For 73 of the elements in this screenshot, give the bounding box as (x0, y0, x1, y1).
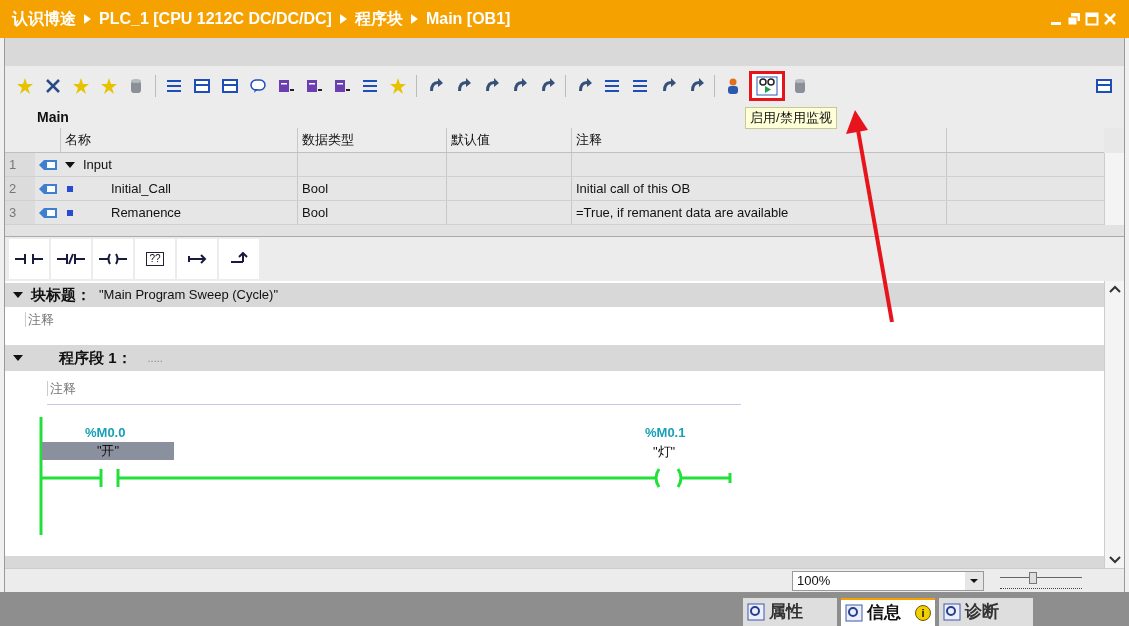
speech-bubble-icon (249, 77, 267, 95)
comment-field[interactable]: 注释 (25, 312, 54, 327)
panel-tab[interactable]: 属性 (743, 598, 837, 626)
bullet-icon (67, 185, 73, 192)
tooltip: 启用/禁用监视 (745, 107, 837, 129)
star-icon (72, 77, 90, 95)
data-type: Bool (302, 203, 329, 222)
list-icon (165, 77, 183, 95)
scroll-up-icon[interactable] (1108, 285, 1121, 293)
list-icon (631, 77, 649, 95)
contact-tag[interactable]: "开" (42, 442, 174, 460)
tag-icon (305, 77, 323, 95)
monitor-toggle-button[interactable] (749, 71, 785, 101)
list-icon (603, 77, 621, 95)
instruction-button[interactable] (219, 239, 259, 279)
scrollbar[interactable] (1104, 281, 1124, 568)
input-tag-icon (39, 206, 57, 219)
panel-tab[interactable]: 信息 i (841, 598, 935, 626)
scrollbar[interactable] (1104, 153, 1124, 225)
tag-name: Initial_Call (111, 179, 171, 198)
network-title: ..... (147, 350, 163, 366)
zoom-slider[interactable] (1000, 571, 1082, 590)
slider-thumb[interactable] (1028, 571, 1037, 584)
chevron-icon (410, 14, 418, 24)
column-header[interactable]: 名称 (61, 128, 298, 152)
coil-tag[interactable]: "灯" (653, 444, 676, 459)
tag-icon (277, 77, 295, 95)
collapse-icon[interactable] (13, 290, 23, 300)
contact-icon (15, 252, 43, 266)
input-tag-icon (39, 158, 57, 171)
star-icon (16, 77, 34, 95)
coil-icon (99, 252, 127, 266)
comment-field[interactable]: 注释 (47, 381, 76, 396)
network-label: 程序段 1： (59, 347, 132, 368)
tag-icon (333, 77, 351, 95)
row-number: 1 (5, 153, 35, 176)
zoom-dropdown[interactable]: 100% (792, 570, 984, 591)
chevron-icon (339, 14, 347, 24)
block-title-label: 块标题： (31, 284, 91, 305)
block-title: "Main Program Sweep (Cycle)" (99, 286, 278, 305)
star-icon (389, 77, 407, 95)
expand-icon[interactable] (65, 159, 75, 170)
input-tag-icon (39, 182, 57, 195)
tag-comment: =True, if remanent data are available (576, 203, 789, 222)
chevron-icon (84, 14, 91, 24)
window-icon (221, 77, 239, 95)
tag-name: Remanence (111, 203, 182, 222)
instruction-button[interactable]: ?? (135, 239, 175, 279)
window-icon (1095, 77, 1113, 95)
star-icon (100, 77, 118, 95)
coil-address: %M0.1 (645, 425, 686, 440)
negated-contact-icon (57, 252, 85, 266)
column-header[interactable]: 数据类型 (298, 128, 447, 152)
scroll-down-icon[interactable] (1108, 556, 1121, 564)
bullet-icon (67, 209, 73, 216)
column-header[interactable]: 默认值 (447, 128, 572, 152)
window-icon (193, 77, 211, 95)
instruction-button[interactable] (177, 239, 217, 279)
contact-address: %M0.0 (85, 425, 126, 440)
tag-name: Input (83, 155, 112, 174)
data-type: Bool (302, 179, 329, 198)
glasses-icon (756, 76, 778, 96)
instruction-button[interactable] (51, 239, 91, 279)
info-badge: i (915, 605, 931, 621)
tag-comment: Initial call of this OB (576, 179, 691, 198)
instruction-button[interactable] (9, 239, 49, 279)
collapse-icon[interactable] (13, 353, 23, 363)
instruction-button[interactable] (93, 239, 133, 279)
panel-tab[interactable]: 诊断 (939, 598, 1033, 626)
list-icon (361, 77, 379, 95)
row-number: 3 (5, 201, 35, 224)
cross-icon (44, 77, 62, 95)
row-number: 2 (5, 177, 35, 200)
